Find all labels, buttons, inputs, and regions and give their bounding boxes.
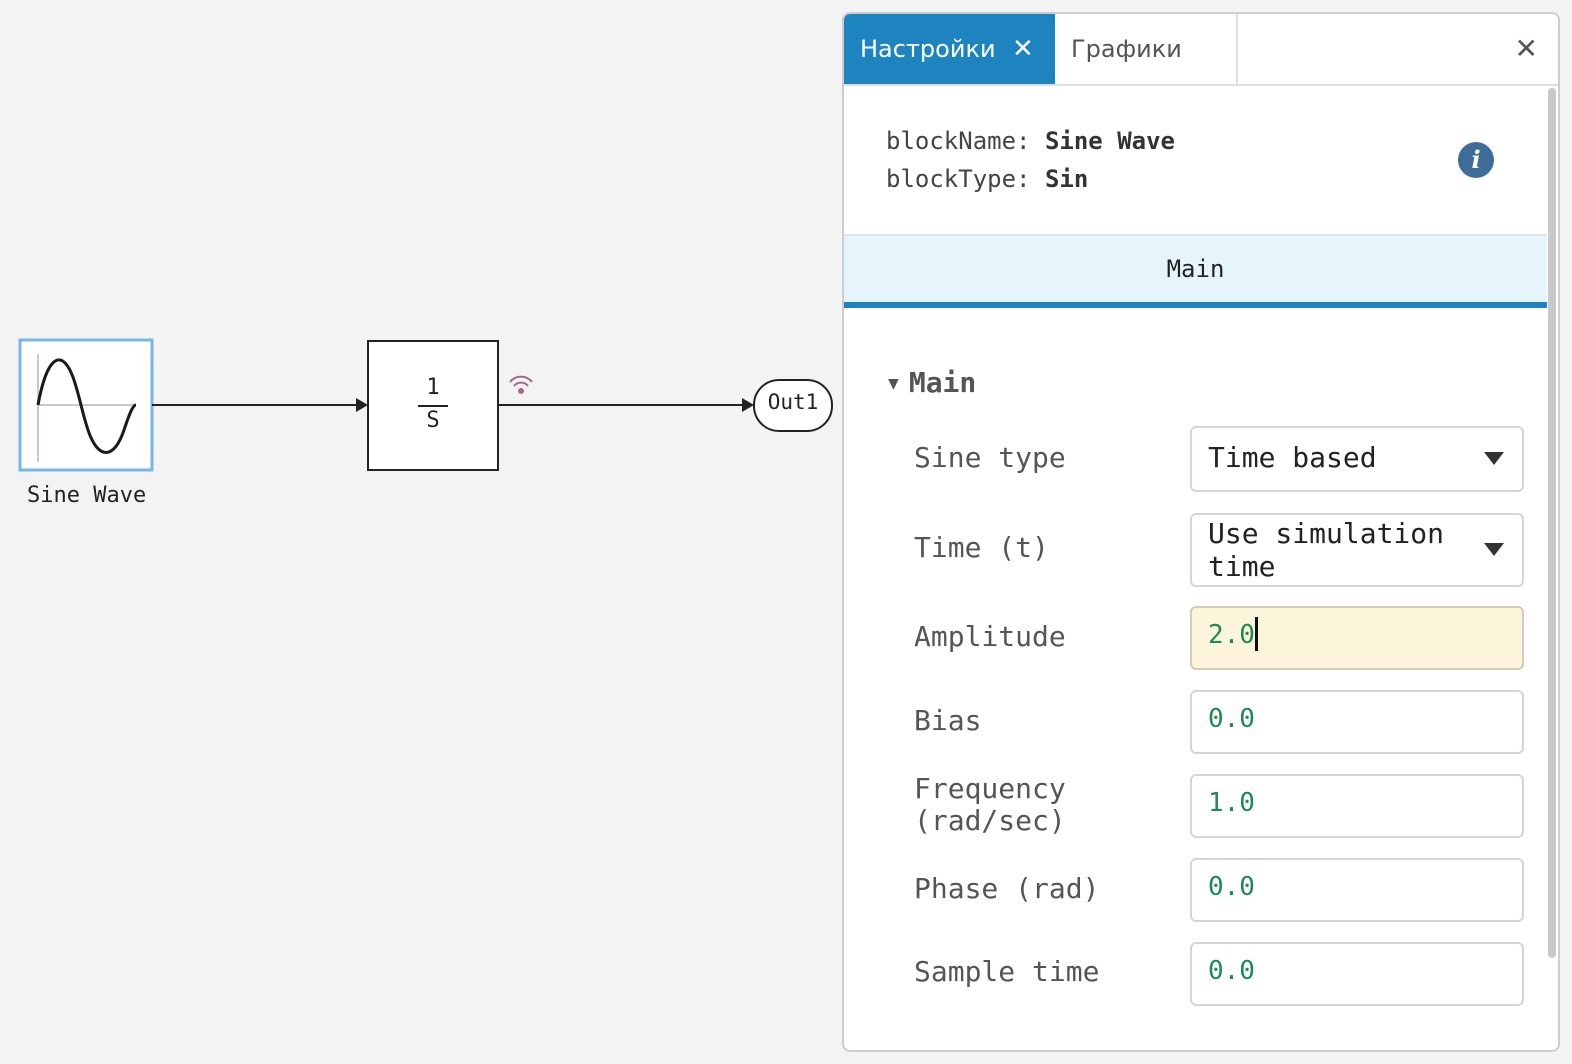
sine-type-value: Time based <box>1208 441 1377 474</box>
panel-close-icon[interactable]: ✕ <box>1515 14 1538 84</box>
phase-value: 0.0 <box>1208 872 1255 902</box>
block-type-row: blockType: Sin <box>886 160 1175 198</box>
sine-wave-block[interactable] <box>18 338 154 472</box>
info-icon[interactable]: i <box>1458 142 1494 178</box>
block-type-key: blockType: <box>886 165 1031 193</box>
block-parameters-panel: Настройки ✕ Графики ✕ blockName: Sine Wa… <box>842 12 1560 1052</box>
block-type-value: Sin <box>1044 165 1089 193</box>
block-name-value: Sine Wave <box>1044 127 1175 155</box>
tab-settings-label: Настройки <box>860 35 996 63</box>
amplitude-input[interactable]: 2.0 <box>1190 606 1524 670</box>
tab-settings[interactable]: Настройки ✕ <box>844 14 1055 84</box>
panel-scrollbar[interactable] <box>1548 88 1556 958</box>
time-value: Use simulation time <box>1208 517 1445 583</box>
time-select[interactable]: Use simulation time <box>1190 513 1524 587</box>
param-label-sample-time: Sample time <box>914 955 1100 988</box>
panel-tab-bar: Настройки ✕ Графики ✕ <box>844 14 1558 86</box>
param-label-sine-type: Sine type <box>914 441 1066 474</box>
param-label-frequency: Frequency (rad/sec) <box>914 772 1066 837</box>
phase-input[interactable]: 0.0 <box>1190 858 1524 922</box>
block-name-key: blockName: <box>886 127 1031 155</box>
frequency-value: 1.0 <box>1208 788 1255 818</box>
diagram-svg <box>18 338 833 472</box>
block-info: blockName: Sine Wave blockType: Sin <box>886 122 1175 198</box>
bias-input[interactable]: 0.0 <box>1190 690 1524 754</box>
section-tab-main[interactable]: Main <box>844 234 1547 308</box>
param-label-phase: Phase (rad) <box>914 872 1100 905</box>
arrowhead-icon <box>742 398 754 412</box>
group-header-main[interactable]: ▼ Main <box>888 366 976 399</box>
frequency-input[interactable]: 1.0 <box>1190 774 1524 838</box>
tab-close-icon[interactable]: ✕ <box>1012 14 1034 84</box>
signal-logging-icon[interactable] <box>509 375 533 394</box>
param-label-bias: Bias <box>914 704 982 737</box>
block-name-row: blockName: Sine Wave <box>886 122 1175 160</box>
param-label-time: Time (t) <box>914 531 1049 564</box>
tab-graphs-label: Графики <box>1071 35 1182 63</box>
sample-time-input[interactable]: 0.0 <box>1190 942 1524 1006</box>
sample-time-value: 0.0 <box>1208 956 1255 986</box>
amplitude-value: 2.0 <box>1208 620 1255 650</box>
text-caret <box>1254 616 1258 651</box>
chevron-down-icon <box>1484 543 1504 556</box>
collapse-triangle-icon: ▼ <box>888 373 899 394</box>
integrator-denominator: S <box>426 408 440 433</box>
param-label-amplitude: Amplitude <box>914 620 1066 653</box>
tab-graphs[interactable]: Графики <box>1055 14 1238 84</box>
sine-type-select[interactable]: Time based <box>1190 426 1524 492</box>
sine-wave-label: Sine Wave <box>27 483 147 508</box>
out1-label: Out1 <box>767 390 819 414</box>
arrowhead-icon <box>356 398 368 412</box>
group-title: Main <box>908 366 977 399</box>
chevron-down-icon <box>1484 452 1504 465</box>
bias-value: 0.0 <box>1208 704 1255 734</box>
integrator-numerator: 1 <box>426 375 440 400</box>
